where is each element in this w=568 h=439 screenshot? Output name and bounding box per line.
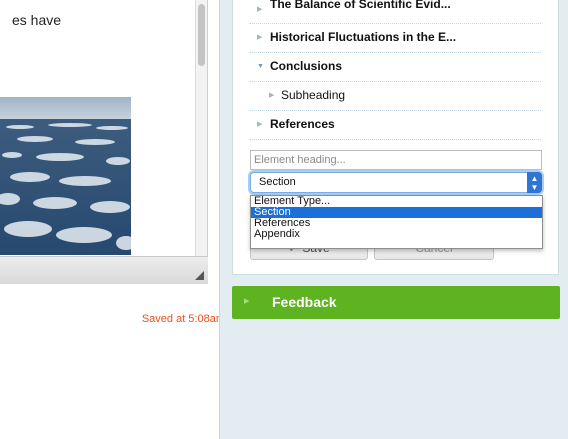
dropdown-option-appendix[interactable]: Appendix: [251, 229, 542, 240]
scrollbar-thumb[interactable]: [198, 4, 205, 66]
outline-item-balance-of-evidence[interactable]: ▶ The Balance of Scientific Evid...: [249, 0, 541, 24]
outline-item-subheading[interactable]: ▶ Subheading: [249, 82, 541, 111]
triangle-right-icon: ▶: [244, 298, 250, 305]
outline-item-label: Conclusions: [270, 59, 343, 73]
feedback-label: Feedback: [272, 294, 337, 310]
element-type-select[interactable]: Section ▲ ▼: [250, 172, 542, 193]
feedback-bar[interactable]: ▶ Feedback: [232, 286, 560, 319]
element-type-selected-value: Section: [259, 176, 296, 188]
triangle-right-icon[interactable]: ▶: [257, 24, 262, 51]
outline-item-label: The Balance of Scientific Evid...: [270, 0, 451, 11]
outline-item-historical-fluctuations[interactable]: ▶ Historical Fluctuations in the E...: [249, 24, 541, 53]
outline-item-label: Subheading: [281, 88, 346, 102]
saved-status: Saved at 5:08am: [141, 313, 225, 325]
outline-item-label: Historical Fluctuations in the E...: [270, 30, 457, 44]
triangle-right-icon[interactable]: ▶: [257, 111, 262, 138]
side-panel: ▶ The Balance of Scientific Evid... ▶ Hi…: [219, 0, 568, 439]
dropdown-option-element-type[interactable]: Element Type...: [251, 196, 542, 207]
resize-grip-icon[interactable]: [195, 271, 204, 280]
editor-scrollbar[interactable]: [195, 0, 207, 256]
sea-ice-image[interactable]: [0, 97, 131, 255]
element-type-dropdown[interactable]: Element Type... Section References Appen…: [250, 195, 543, 249]
outline-list: ▶ The Balance of Scientific Evid... ▶ Hi…: [249, 0, 541, 140]
outline-item-conclusions[interactable]: ▼ Conclusions: [249, 53, 541, 82]
triangle-right-icon[interactable]: ▶: [269, 82, 274, 109]
outline-item-label: References: [270, 117, 335, 131]
element-heading-input[interactable]: [250, 150, 542, 170]
editor-pane: es have: [0, 0, 208, 284]
editor-body-text[interactable]: es have: [12, 12, 61, 28]
outline-item-references[interactable]: ▶ References: [249, 111, 541, 140]
up-down-chevron-icon[interactable]: ▲ ▼: [527, 172, 542, 193]
triangle-down-icon[interactable]: ▼: [257, 53, 264, 80]
editor-statusbar: [0, 256, 208, 284]
triangle-right-icon[interactable]: ▶: [257, 0, 262, 20]
